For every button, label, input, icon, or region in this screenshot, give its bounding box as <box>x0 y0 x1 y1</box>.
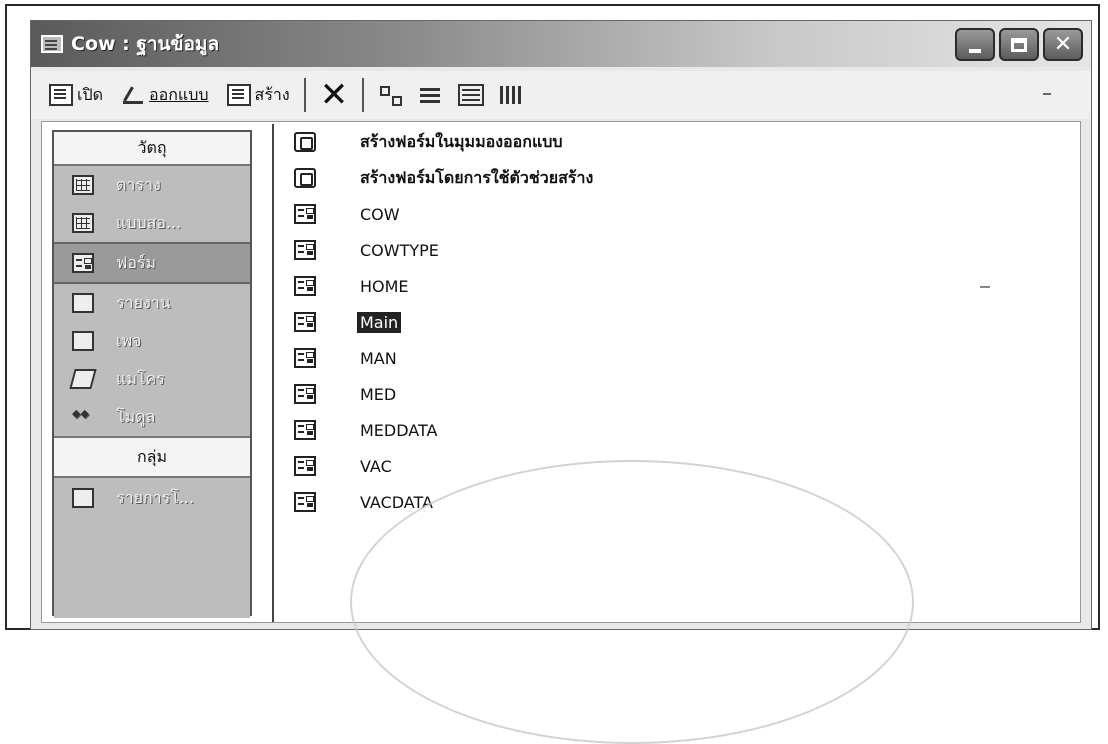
form-icon <box>294 456 316 476</box>
decorative-dash <box>980 286 990 288</box>
title-bar[interactable]: Cow : ฐานข้อมูล ✕ <box>31 21 1091 67</box>
list-item-selected[interactable]: Main <box>274 304 1080 340</box>
form-icon <box>294 276 316 296</box>
list-item-label: MAN <box>360 348 397 368</box>
list-item[interactable]: MEDDATA <box>274 412 1080 448</box>
macro-icon <box>69 369 97 389</box>
form-icon <box>294 492 316 512</box>
list-item-label: สร้างฟอร์มในมุมมองออกแบบ <box>360 131 563 151</box>
report-icon <box>72 293 94 313</box>
form-icon <box>294 348 316 368</box>
list-item[interactable]: VACDATA <box>274 484 1080 520</box>
toolbar: เปิด ออกแบบ สร้าง ✕ <box>31 71 1091 119</box>
database-window: Cow : ฐานข้อมูล ✕ เปิด ออกแบบ สร้าง ✕ วั… <box>30 20 1092 630</box>
list-item-label: VACDATA <box>360 492 433 512</box>
open-form-icon <box>49 84 73 106</box>
list-item-label: COWTYPE <box>360 240 439 260</box>
list-item[interactable]: สร้างฟอร์มในมุมมองออกแบบ <box>274 124 1080 160</box>
list-item[interactable]: COW <box>274 196 1080 232</box>
sidebar-item-favorites[interactable]: รายการโ... <box>54 478 250 518</box>
new-label: สร้าง <box>254 84 290 104</box>
toolbar-separator <box>303 78 306 112</box>
list-item-label: COW <box>360 204 400 224</box>
table-icon <box>72 175 94 195</box>
query-icon <box>72 213 94 233</box>
sidebar-item-forms[interactable]: ฟอร์ม <box>54 242 250 284</box>
wizard-icon <box>294 132 316 152</box>
list-item-label: VAC <box>360 456 392 476</box>
form-icon <box>72 253 94 273</box>
maximize-icon <box>1011 37 1027 52</box>
sidebar-item-macros[interactable]: แมโคร <box>54 360 250 398</box>
form-icon <box>294 312 316 332</box>
sidebar-item-label: โมดูล <box>116 406 156 426</box>
wizard-icon <box>294 168 316 188</box>
window-title: Cow : ฐานข้อมูล <box>71 33 220 55</box>
toolbar-separator <box>362 78 365 112</box>
database-icon <box>41 35 63 53</box>
sidebar-item-modules[interactable]: โมดูล <box>54 398 250 436</box>
minimize-button[interactable] <box>955 28 995 61</box>
design-button[interactable]: ออกแบบ <box>121 83 209 108</box>
sidebar-item-pages[interactable]: เพจ <box>54 322 250 360</box>
sidebar-item-label: เพจ <box>116 330 142 350</box>
objects-list-panel: สร้างฟอร์มในมุมมองออกแบบ สร้างฟอร์มโดยกา… <box>272 124 1080 622</box>
delete-icon[interactable]: ✕ <box>320 78 349 112</box>
list-item[interactable]: COWTYPE <box>274 232 1080 268</box>
sidebar-item-tables[interactable]: ตาราง <box>54 166 250 204</box>
window-controls: ✕ <box>955 28 1083 61</box>
list-item[interactable]: MAN <box>274 340 1080 376</box>
design-icon <box>121 84 145 106</box>
objects-bar: วัตถุ ตาราง แบบสอ... ฟอร์ม รายงาน เพจ แม… <box>52 130 252 618</box>
close-button[interactable]: ✕ <box>1043 28 1083 61</box>
list-item-label: HOME <box>360 276 409 296</box>
groups-header[interactable]: กลุ่ม <box>54 436 250 478</box>
maximize-button[interactable] <box>999 28 1039 61</box>
content-area: วัตถุ ตาราง แบบสอ... ฟอร์ม รายงาน เพจ แม… <box>41 121 1081 623</box>
objects-header[interactable]: วัตถุ <box>54 132 250 166</box>
list-item-label: Main <box>357 311 402 333</box>
sidebar-item-queries[interactable]: แบบสอ... <box>54 204 250 242</box>
sidebar-item-label: รายการโ... <box>116 487 195 507</box>
form-icon <box>294 420 316 440</box>
sidebar-item-label: แบบสอ... <box>116 212 182 232</box>
sidebar-item-label: แมโคร <box>116 368 165 388</box>
form-icon <box>294 240 316 260</box>
list-item-label: MED <box>360 384 397 404</box>
new-button[interactable]: สร้าง <box>226 83 290 108</box>
small-icons-view-icon[interactable] <box>378 84 404 106</box>
favorites-icon <box>72 488 94 508</box>
list-item[interactable]: สร้างฟอร์มโดยการใช้ตัวช่วยสร้าง <box>274 160 1080 196</box>
sidebar-item-reports[interactable]: รายงาน <box>54 284 250 322</box>
list-item-label: สร้างฟอร์มโดยการใช้ตัวช่วยสร้าง <box>360 167 594 187</box>
list-item[interactable]: MED <box>274 376 1080 412</box>
page-icon <box>72 331 94 351</box>
open-label: เปิด <box>77 84 104 104</box>
list-item[interactable]: VAC <box>274 448 1080 484</box>
details-view-icon[interactable] <box>458 84 485 106</box>
groups-list: รายการโ... <box>54 478 250 618</box>
objects-list: ตาราง แบบสอ... ฟอร์ม รายงาน เพจ แมโคร ◆◆… <box>54 166 250 436</box>
sidebar-item-label: ฟอร์ม <box>116 252 157 272</box>
form-icon <box>294 384 316 404</box>
sidebar-item-label: ตาราง <box>116 174 161 194</box>
toolbar-overflow <box>1043 93 1051 95</box>
open-button[interactable]: เปิด <box>49 83 103 108</box>
form-icon <box>294 204 316 224</box>
list-view-icon[interactable] <box>418 84 444 106</box>
new-object-icon <box>226 84 251 106</box>
close-icon: ✕ <box>1053 32 1073 57</box>
module-icon <box>72 407 94 427</box>
list-item-label: MEDDATA <box>360 420 438 440</box>
design-label: ออกแบบ <box>149 84 209 104</box>
list-item[interactable]: HOME <box>274 268 1080 304</box>
large-icons-view-icon[interactable] <box>498 84 524 106</box>
minimize-icon <box>969 48 981 53</box>
sidebar-item-label: รายงาน <box>116 292 171 312</box>
